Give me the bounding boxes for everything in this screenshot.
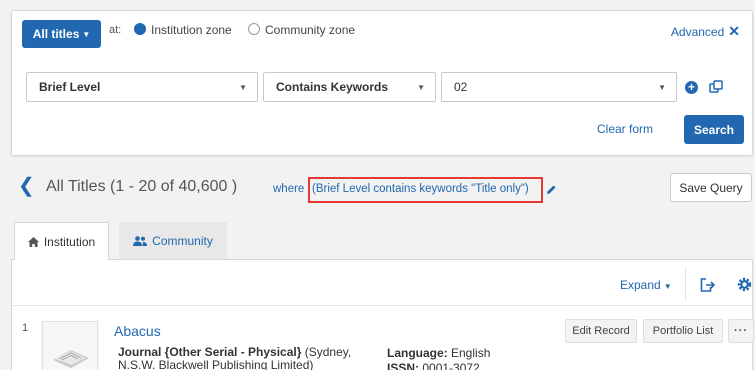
issn-label: ISSN: — [387, 361, 420, 370]
community-zone-radio[interactable] — [248, 23, 260, 35]
tab-institution-label: Institution — [43, 234, 96, 249]
language-value: English — [447, 346, 491, 360]
at-label: at: — [109, 24, 122, 36]
institution-zone-label[interactable]: Institution zone — [151, 23, 232, 37]
operator-select-value: Contains Keywords — [276, 80, 389, 94]
results-toolbar-rule — [12, 305, 752, 306]
tab-community[interactable]: Community — [119, 222, 227, 260]
record-title-link[interactable]: Abacus — [114, 323, 161, 339]
more-actions-button[interactable]: ··· — [728, 319, 754, 343]
record-type: Journal {Other Serial - Physical} (Sydne… — [118, 346, 368, 370]
expand-label: Expand — [620, 278, 661, 292]
edit-record-button[interactable]: Edit Record — [565, 319, 637, 343]
duplicate-icon[interactable] — [709, 80, 723, 94]
value-select-value: 02 — [454, 80, 468, 94]
back-chevron-icon[interactable]: ❮ — [18, 176, 35, 196]
field-select[interactable]: Brief Level ▼ — [26, 72, 258, 102]
search-panel: All titles ▼ at: Institution zone Commun… — [11, 10, 753, 156]
all-titles-label: All titles — [32, 27, 80, 41]
record-type-bold: Journal {Other Serial - Physical} — [118, 345, 302, 359]
save-query-button[interactable]: Save Query — [670, 173, 752, 202]
pencil-icon[interactable] — [546, 184, 557, 195]
export-icon[interactable] — [700, 278, 716, 292]
value-select[interactable]: 02 ▼ — [441, 72, 677, 102]
chevron-down-icon: ▼ — [658, 82, 666, 92]
caret-down-icon: ▼ — [663, 282, 672, 291]
query-text[interactable]: (Brief Level contains keywords "Title on… — [312, 183, 529, 195]
issn-value: 0001-3072 — [419, 361, 480, 370]
close-icon[interactable]: ✕ — [728, 23, 740, 40]
users-icon — [133, 236, 148, 246]
language-label: Language: — [387, 346, 448, 360]
operator-select[interactable]: Contains Keywords ▼ — [263, 72, 436, 102]
record-thumbnail — [42, 321, 98, 370]
tab-community-label: Community — [152, 234, 213, 248]
search-button[interactable]: Search — [684, 115, 744, 144]
clear-form-link[interactable]: Clear form — [597, 122, 653, 136]
portfolio-list-button[interactable]: Portfolio List — [643, 319, 723, 343]
expand-dropdown[interactable]: Expand ▼ — [620, 278, 672, 292]
results-panel: Expand ▼ 1 Abacus Journal {Other Serial -… — [11, 259, 754, 370]
book-icon — [53, 350, 89, 368]
all-titles-dropdown[interactable]: All titles ▼ — [22, 20, 101, 48]
row-number: 1 — [22, 322, 29, 334]
record-language: Language: English — [387, 346, 490, 360]
tab-institution[interactable]: Institution — [14, 222, 109, 260]
results-title: All Titles (1 - 20 of 40,600 ) — [46, 178, 238, 195]
advanced-label: Advanced — [670, 24, 725, 39]
caret-down-icon: ▼ — [82, 29, 91, 39]
add-condition-icon[interactable]: + — [685, 81, 698, 94]
institution-zone-radio[interactable] — [134, 23, 146, 35]
field-select-value: Brief Level — [39, 80, 101, 94]
toolbar-divider — [685, 268, 686, 300]
chevron-down-icon: ▼ — [417, 82, 425, 92]
advanced-search-link[interactable]: Advanced ✕ — [671, 23, 740, 40]
home-icon — [27, 236, 39, 247]
record-issn: ISSN: 0001-3072 — [387, 361, 480, 370]
gear-icon[interactable] — [737, 277, 752, 292]
chevron-down-icon: ▼ — [239, 82, 247, 92]
community-zone-label[interactable]: Community zone — [265, 23, 355, 37]
where-label: where — [273, 183, 305, 195]
